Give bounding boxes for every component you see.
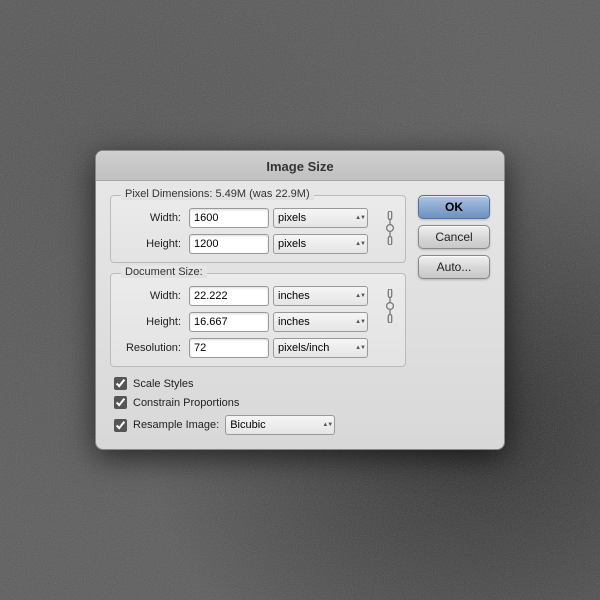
doc-width-unit-select[interactable]: inches cm mm points picas percent	[273, 286, 368, 306]
left-panel: Pixel Dimensions: 5.49M (was 22.9M) Widt…	[110, 195, 406, 435]
scale-styles-label: Scale Styles	[133, 378, 194, 390]
doc-height-row: Height: inches cm mm points picas percen…	[119, 312, 379, 332]
resolution-input[interactable]	[189, 338, 269, 358]
pixel-chain-icon	[383, 211, 397, 245]
resample-method-wrapper: Nearest Neighbor Bilinear Bicubic Bicubi…	[225, 415, 335, 435]
resample-method-select[interactable]: Nearest Neighbor Bilinear Bicubic Bicubi…	[225, 415, 335, 435]
pixel-height-input[interactable]	[189, 234, 269, 254]
pixel-dimensions-label: Pixel Dimensions: 5.49M (was 22.9M)	[121, 188, 314, 200]
checkboxes-section: Scale Styles Constrain Proportions Resam…	[110, 377, 406, 435]
constrain-proportions-row: Constrain Proportions	[114, 396, 402, 409]
pixel-width-unit-wrapper: pixels percent	[273, 208, 368, 228]
doc-height-unit-select[interactable]: inches cm mm points picas percent	[273, 312, 368, 332]
image-size-dialog: Image Size Pixel Dimensions: 5.49M (was …	[95, 150, 505, 450]
doc-width-label: Width:	[119, 290, 189, 302]
pixel-width-input[interactable]	[189, 208, 269, 228]
cancel-button[interactable]: Cancel	[418, 225, 490, 249]
dialog-title-bar: Image Size	[96, 151, 504, 181]
button-panel: OK Cancel Auto...	[418, 195, 490, 435]
doc-width-input[interactable]	[189, 286, 269, 306]
pixel-height-label: Height:	[119, 238, 189, 250]
pixel-width-label: Width:	[119, 212, 189, 224]
doc-height-unit-wrapper: inches cm mm points picas percent	[273, 312, 368, 332]
pixel-width-row: Width: pixels percent	[119, 208, 379, 228]
resample-label: Resample Image:	[133, 419, 219, 431]
pixel-width-unit-select[interactable]: pixels percent	[273, 208, 368, 228]
scale-styles-row: Scale Styles	[114, 377, 402, 390]
pixel-height-unit-select[interactable]: pixels percent	[273, 234, 368, 254]
doc-chain-wrapper: Width: inches cm mm points picas percent	[119, 280, 397, 332]
constrain-proportions-checkbox[interactable]	[114, 396, 127, 409]
resolution-unit-wrapper: pixels/inch pixels/cm	[273, 338, 368, 358]
doc-rows: Width: inches cm mm points picas percent	[119, 280, 379, 332]
pixel-chain-wrapper: Width: pixels percent Height:	[119, 202, 397, 254]
dialog-body: Pixel Dimensions: 5.49M (was 22.9M) Widt…	[96, 181, 504, 449]
doc-height-label: Height:	[119, 316, 189, 328]
pixel-dimensions-group: Pixel Dimensions: 5.49M (was 22.9M) Widt…	[110, 195, 406, 263]
pixel-rows: Width: pixels percent Height:	[119, 202, 379, 254]
doc-chain-icon	[383, 289, 397, 323]
doc-height-input[interactable]	[189, 312, 269, 332]
constrain-proportions-label: Constrain Proportions	[133, 397, 239, 409]
dialog-title: Image Size	[266, 159, 333, 174]
resolution-label: Resolution:	[119, 342, 189, 354]
resolution-unit-select[interactable]: pixels/inch pixels/cm	[273, 338, 368, 358]
resolution-row: Resolution: pixels/inch pixels/cm	[119, 338, 397, 358]
scale-styles-checkbox[interactable]	[114, 377, 127, 390]
resample-checkbox[interactable]	[114, 419, 127, 432]
pixel-height-row: Height: pixels percent	[119, 234, 379, 254]
doc-width-row: Width: inches cm mm points picas percent	[119, 286, 379, 306]
document-size-group: Document Size: Width: inches cm mm	[110, 273, 406, 367]
document-size-label: Document Size:	[121, 266, 207, 278]
pixel-height-unit-wrapper: pixels percent	[273, 234, 368, 254]
auto-button[interactable]: Auto...	[418, 255, 490, 279]
doc-width-unit-wrapper: inches cm mm points picas percent	[273, 286, 368, 306]
resample-row: Resample Image: Nearest Neighbor Bilinea…	[114, 415, 402, 435]
ok-button[interactable]: OK	[418, 195, 490, 219]
